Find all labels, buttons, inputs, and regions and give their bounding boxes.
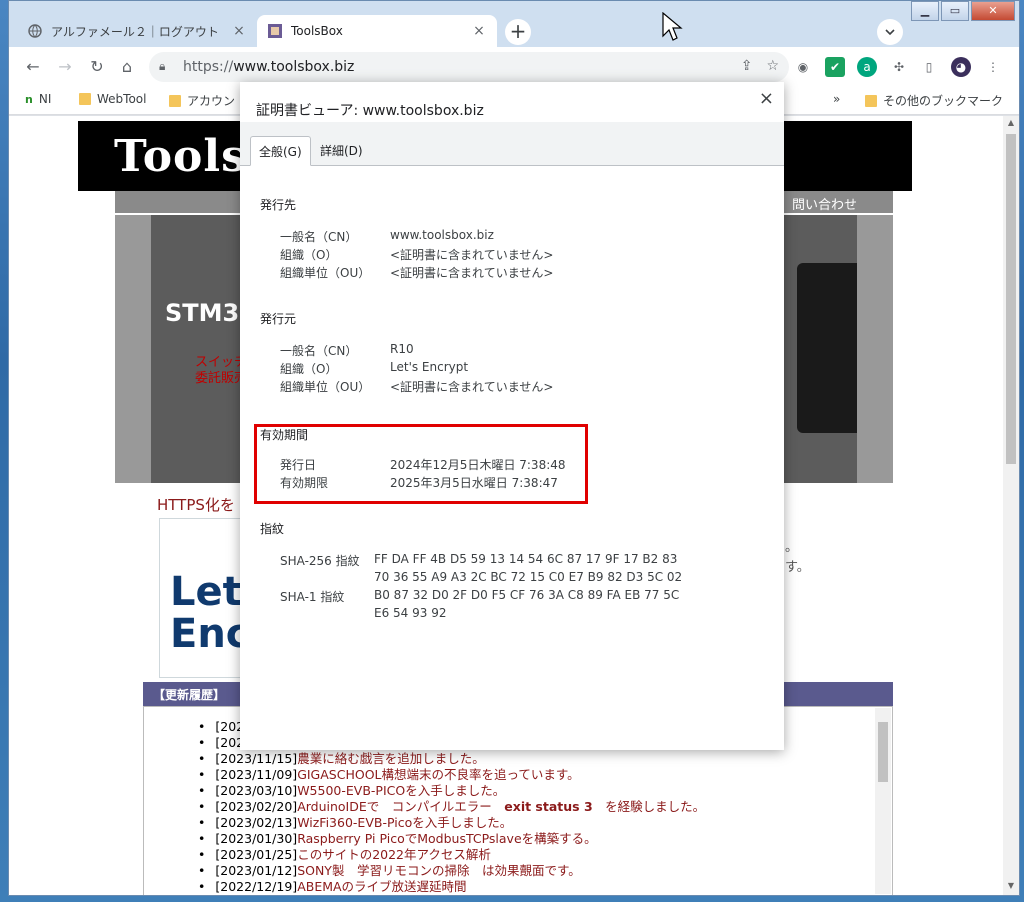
hero-title: STM3	[165, 299, 240, 327]
scroll-up-icon[interactable]: ▲	[1006, 118, 1016, 130]
news-date: [2023/02/13]	[215, 815, 298, 830]
globe-icon	[27, 23, 43, 39]
news-item[interactable]: [2023/11/15]農業に絡む戯言を追加しました。	[214, 751, 705, 767]
folder-icon	[865, 94, 877, 107]
news-text-tail: を経験しました。	[592, 799, 706, 814]
folder-icon	[79, 93, 91, 105]
bookmark-webtool[interactable]: WebTool	[79, 92, 146, 106]
news-item[interactable]: [2023/02/13]WizFi360-EVB-Picoを入手しました。	[214, 815, 705, 831]
tab-details[interactable]: 詳細(D)	[312, 136, 371, 166]
dialog-title: 証明書ビューア: www.toolsbox.biz	[256, 103, 484, 119]
news-date: [2023/01/25]	[215, 847, 298, 862]
news-item[interactable]: [2022/12/19]ABEMAのライブ放送遅延時間	[214, 879, 705, 895]
tab-toolsbox[interactable]: ToolsBox ×	[257, 15, 497, 47]
home-icon[interactable]: ⌂	[115, 55, 139, 79]
tab-alphamail[interactable]: アルファメール２｜ログアウト ×	[17, 15, 257, 47]
news-text: WizFi360-EVB-Picoを入手しました。	[297, 815, 513, 830]
issued-to-header: 発行先	[260, 198, 297, 212]
url-text: https://www.toolsbox.biz	[183, 59, 355, 75]
fingerprint-header: 指紋	[260, 522, 285, 536]
news-item[interactable]: [2023/01/12]SONY製 学習リモコンの掃除 は効果覿面です。	[214, 863, 705, 879]
tab-title: ToolsBox	[291, 24, 343, 38]
validity-highlight-box	[254, 424, 588, 504]
folder-icon	[169, 94, 181, 107]
news-text: Raspberry Pi PicoでModbusTCPslaveを構築する。	[297, 831, 597, 846]
new-tab-button[interactable]: +	[505, 19, 531, 45]
page-scrollbar-thumb[interactable]	[1006, 134, 1016, 464]
address-bar[interactable]: 🔒︎ https://www.toolsbox.biz ⇪ ☆	[149, 52, 789, 82]
extension-grammar-icon[interactable]: a	[857, 57, 877, 77]
tab-strip: アルファメール２｜ログアウト × ToolsBox × + ▁ ▭ ✕	[9, 1, 1019, 47]
news-scrollbar-thumb[interactable]	[878, 722, 888, 782]
bookmark-other[interactable]: その他のブックマーク	[865, 92, 1003, 109]
scroll-down-icon[interactable]: ▼	[1006, 881, 1016, 893]
tab-general[interactable]: 全般(G)	[250, 136, 311, 166]
bookmarks-overflow-button[interactable]: »	[833, 92, 840, 106]
news-date: [2023/03/10]	[215, 783, 298, 798]
news-text: ABEMAのライブ放送遅延時間	[297, 879, 467, 894]
news-text-strong: exit status 3	[504, 799, 593, 814]
bookmark-ni[interactable]: n NI	[25, 92, 51, 106]
news-date: [2023/11/15]	[215, 751, 298, 766]
news-text: ArduinoIDEで コンパイルエラー	[297, 799, 505, 814]
window-controls: ▁ ▭ ✕	[909, 1, 1015, 21]
share-icon[interactable]: ⇪	[741, 58, 753, 74]
toolsbox-favicon-icon	[267, 23, 283, 39]
forward-icon[interactable]: →	[53, 55, 77, 79]
tab-title: アルファメール２｜ログアウト	[51, 24, 219, 39]
nav-contact-link[interactable]: 問い合わせ	[792, 194, 857, 213]
close-window-button[interactable]: ✕	[971, 1, 1015, 21]
minimize-button[interactable]: ▁	[911, 1, 939, 21]
reload-icon[interactable]: ↻	[85, 55, 109, 79]
hero-prev-button[interactable]	[115, 215, 151, 483]
news-item[interactable]: [2023/03/10]W5500-EVB-PICOを入手しました。	[214, 783, 705, 799]
certificate-viewer-dialog: 証明書ビューア: www.toolsbox.biz × 全般(G) 詳細(D) …	[240, 82, 784, 750]
news-date: [2023/01/30]	[215, 831, 298, 846]
bookmark-star-icon[interactable]: ☆	[766, 58, 779, 74]
bookmark-account[interactable]: アカウン	[169, 92, 235, 109]
news-text: 農業に絡む戯言を追加しました。	[297, 751, 485, 766]
news-date: [2023/01/12]	[215, 863, 298, 878]
menu-kebab-icon[interactable]: ⋮	[983, 57, 1003, 77]
browser-toolbar: ← → ↻ ⌂ 🔒︎ https://www.toolsbox.biz ⇪ ☆ …	[9, 47, 1019, 87]
hero-next-button[interactable]	[857, 215, 893, 483]
section-side-text: 。 す。	[785, 540, 810, 575]
news-item[interactable]: [2023/02/20]ArduinoIDEで コンパイルエラー exit st…	[214, 799, 705, 815]
maximize-button[interactable]: ▭	[941, 1, 969, 21]
news-scrollbar[interactable]	[875, 708, 891, 894]
news-text: このサイトの2022年アクセス解析	[297, 847, 491, 862]
back-icon[interactable]: ←	[21, 55, 45, 79]
news-text: SONY製 学習リモコンの掃除 は効果覿面です。	[297, 863, 581, 878]
news-date: [2023/11/09]	[215, 767, 298, 782]
product-board-image	[797, 263, 857, 433]
extension-check-icon[interactable]: ✔	[825, 57, 845, 77]
dialog-close-icon[interactable]: ×	[759, 88, 774, 109]
page-scrollbar[interactable]: ▲ ▼	[1003, 116, 1019, 895]
issued-by-header: 発行元	[260, 312, 297, 326]
news-date: [2022/12/19]	[215, 879, 298, 894]
extensions-puzzle-icon[interactable]: ✣	[889, 57, 909, 77]
news-date: [2023/02/20]	[215, 799, 298, 814]
news-item[interactable]: [2023/01/30]Raspberry Pi PicoでModbusTCPs…	[214, 831, 705, 847]
ni-logo-icon: n	[25, 92, 33, 106]
https-section-title[interactable]: HTTPS化を	[157, 494, 235, 515]
profile-avatar[interactable]: ◕	[951, 57, 971, 77]
chevron-down-icon[interactable]	[877, 19, 903, 45]
address-bar-actions: ⇪ ☆	[741, 58, 779, 74]
news-text: W5500-EVB-PICOを入手しました。	[297, 783, 506, 798]
tab-close-icon[interactable]: ×	[471, 23, 487, 39]
tab-close-icon[interactable]: ×	[231, 23, 247, 39]
dialog-tabs: 全般(G) 詳細(D)	[240, 122, 784, 166]
extension-ghost-icon[interactable]: ◉	[793, 57, 813, 77]
news-item[interactable]: [2023/11/09]GIGASCHOOL構想端末の不良率を追っています。	[214, 767, 705, 783]
news-text: GIGASCHOOL構想端末の不良率を追っています。	[297, 767, 580, 782]
side-panel-icon[interactable]: ▯	[919, 57, 939, 77]
lock-icon[interactable]: 🔒︎	[159, 59, 165, 74]
news-item[interactable]: [2023/01/25]このサイトの2022年アクセス解析	[214, 847, 705, 863]
